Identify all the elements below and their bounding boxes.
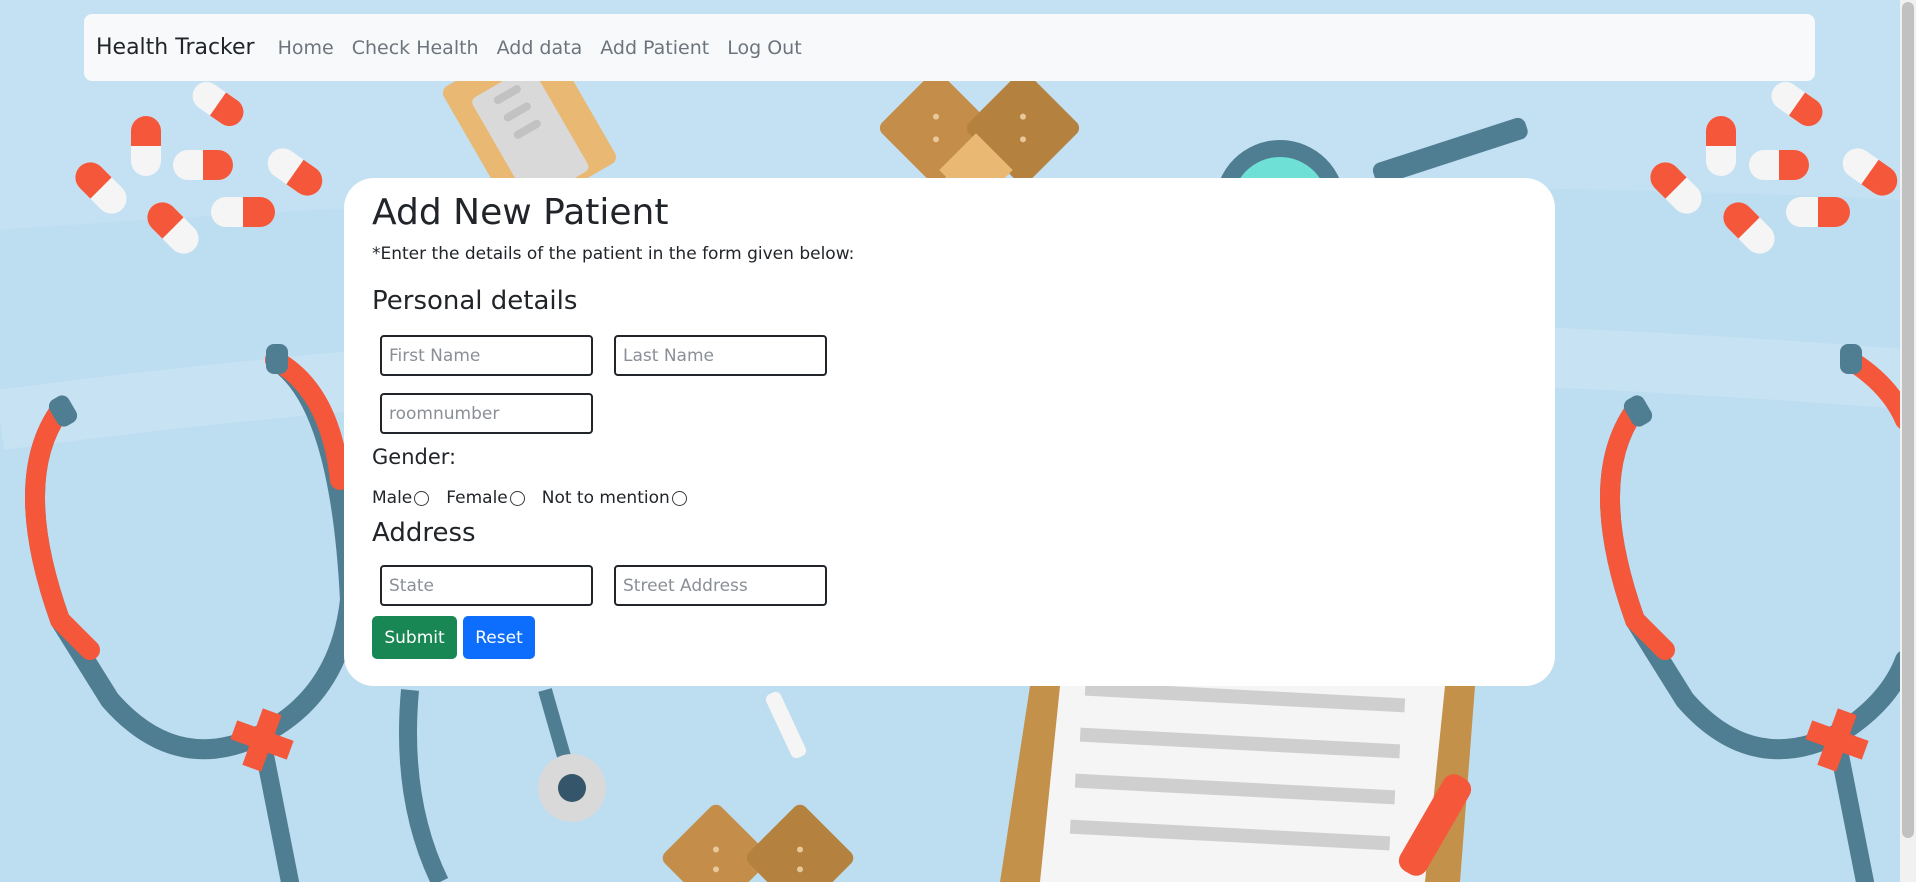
page-scrollbar[interactable] (1900, 0, 1916, 882)
navbar: Health Tracker Home Check Health Add dat… (84, 14, 1815, 81)
gender-label-female: Female (446, 488, 508, 508)
add-patient-card: Add New Patient *Enter the details of th… (344, 178, 1555, 686)
gender-option-female[interactable]: Female (446, 488, 525, 508)
street-address-input[interactable] (614, 565, 827, 606)
gender-heading: Gender: (372, 445, 457, 469)
form-instructions: *Enter the details of the patient in the… (372, 244, 855, 264)
gender-radio-female[interactable] (509, 490, 525, 506)
gender-label-male: Male (372, 488, 413, 508)
page-title: Add New Patient (372, 192, 669, 233)
gender-label-not-to-mention: Not to mention (541, 488, 670, 508)
gender-option-male[interactable]: Male (372, 488, 430, 508)
gender-option-not-to-mention[interactable]: Not to mention (542, 488, 687, 508)
clipboard-illustration (1000, 681, 1475, 882)
personal-details-heading: Personal details (372, 286, 578, 316)
nav-link-home[interactable]: Home (278, 37, 334, 59)
address-heading: Address (372, 518, 476, 548)
gender-radio-not-to-mention[interactable] (671, 490, 687, 506)
last-name-input[interactable] (614, 335, 827, 376)
scrollbar-thumb[interactable] (1902, 2, 1914, 838)
navbar-brand[interactable]: Health Tracker (96, 35, 255, 60)
state-input[interactable] (380, 565, 593, 606)
submit-button[interactable]: Submit (372, 616, 457, 659)
first-name-input[interactable] (380, 335, 593, 376)
nav-link-log-out[interactable]: Log Out (727, 37, 801, 59)
room-number-input[interactable] (380, 393, 593, 434)
nav-link-add-data[interactable]: Add data (497, 37, 583, 59)
gender-radio-group: Male Female Not to mention (372, 488, 704, 508)
nav-link-check-health[interactable]: Check Health (352, 37, 479, 59)
nav-link-add-patient[interactable]: Add Patient (600, 37, 709, 59)
reset-button[interactable]: Reset (463, 616, 535, 659)
gender-radio-male[interactable] (414, 490, 430, 506)
